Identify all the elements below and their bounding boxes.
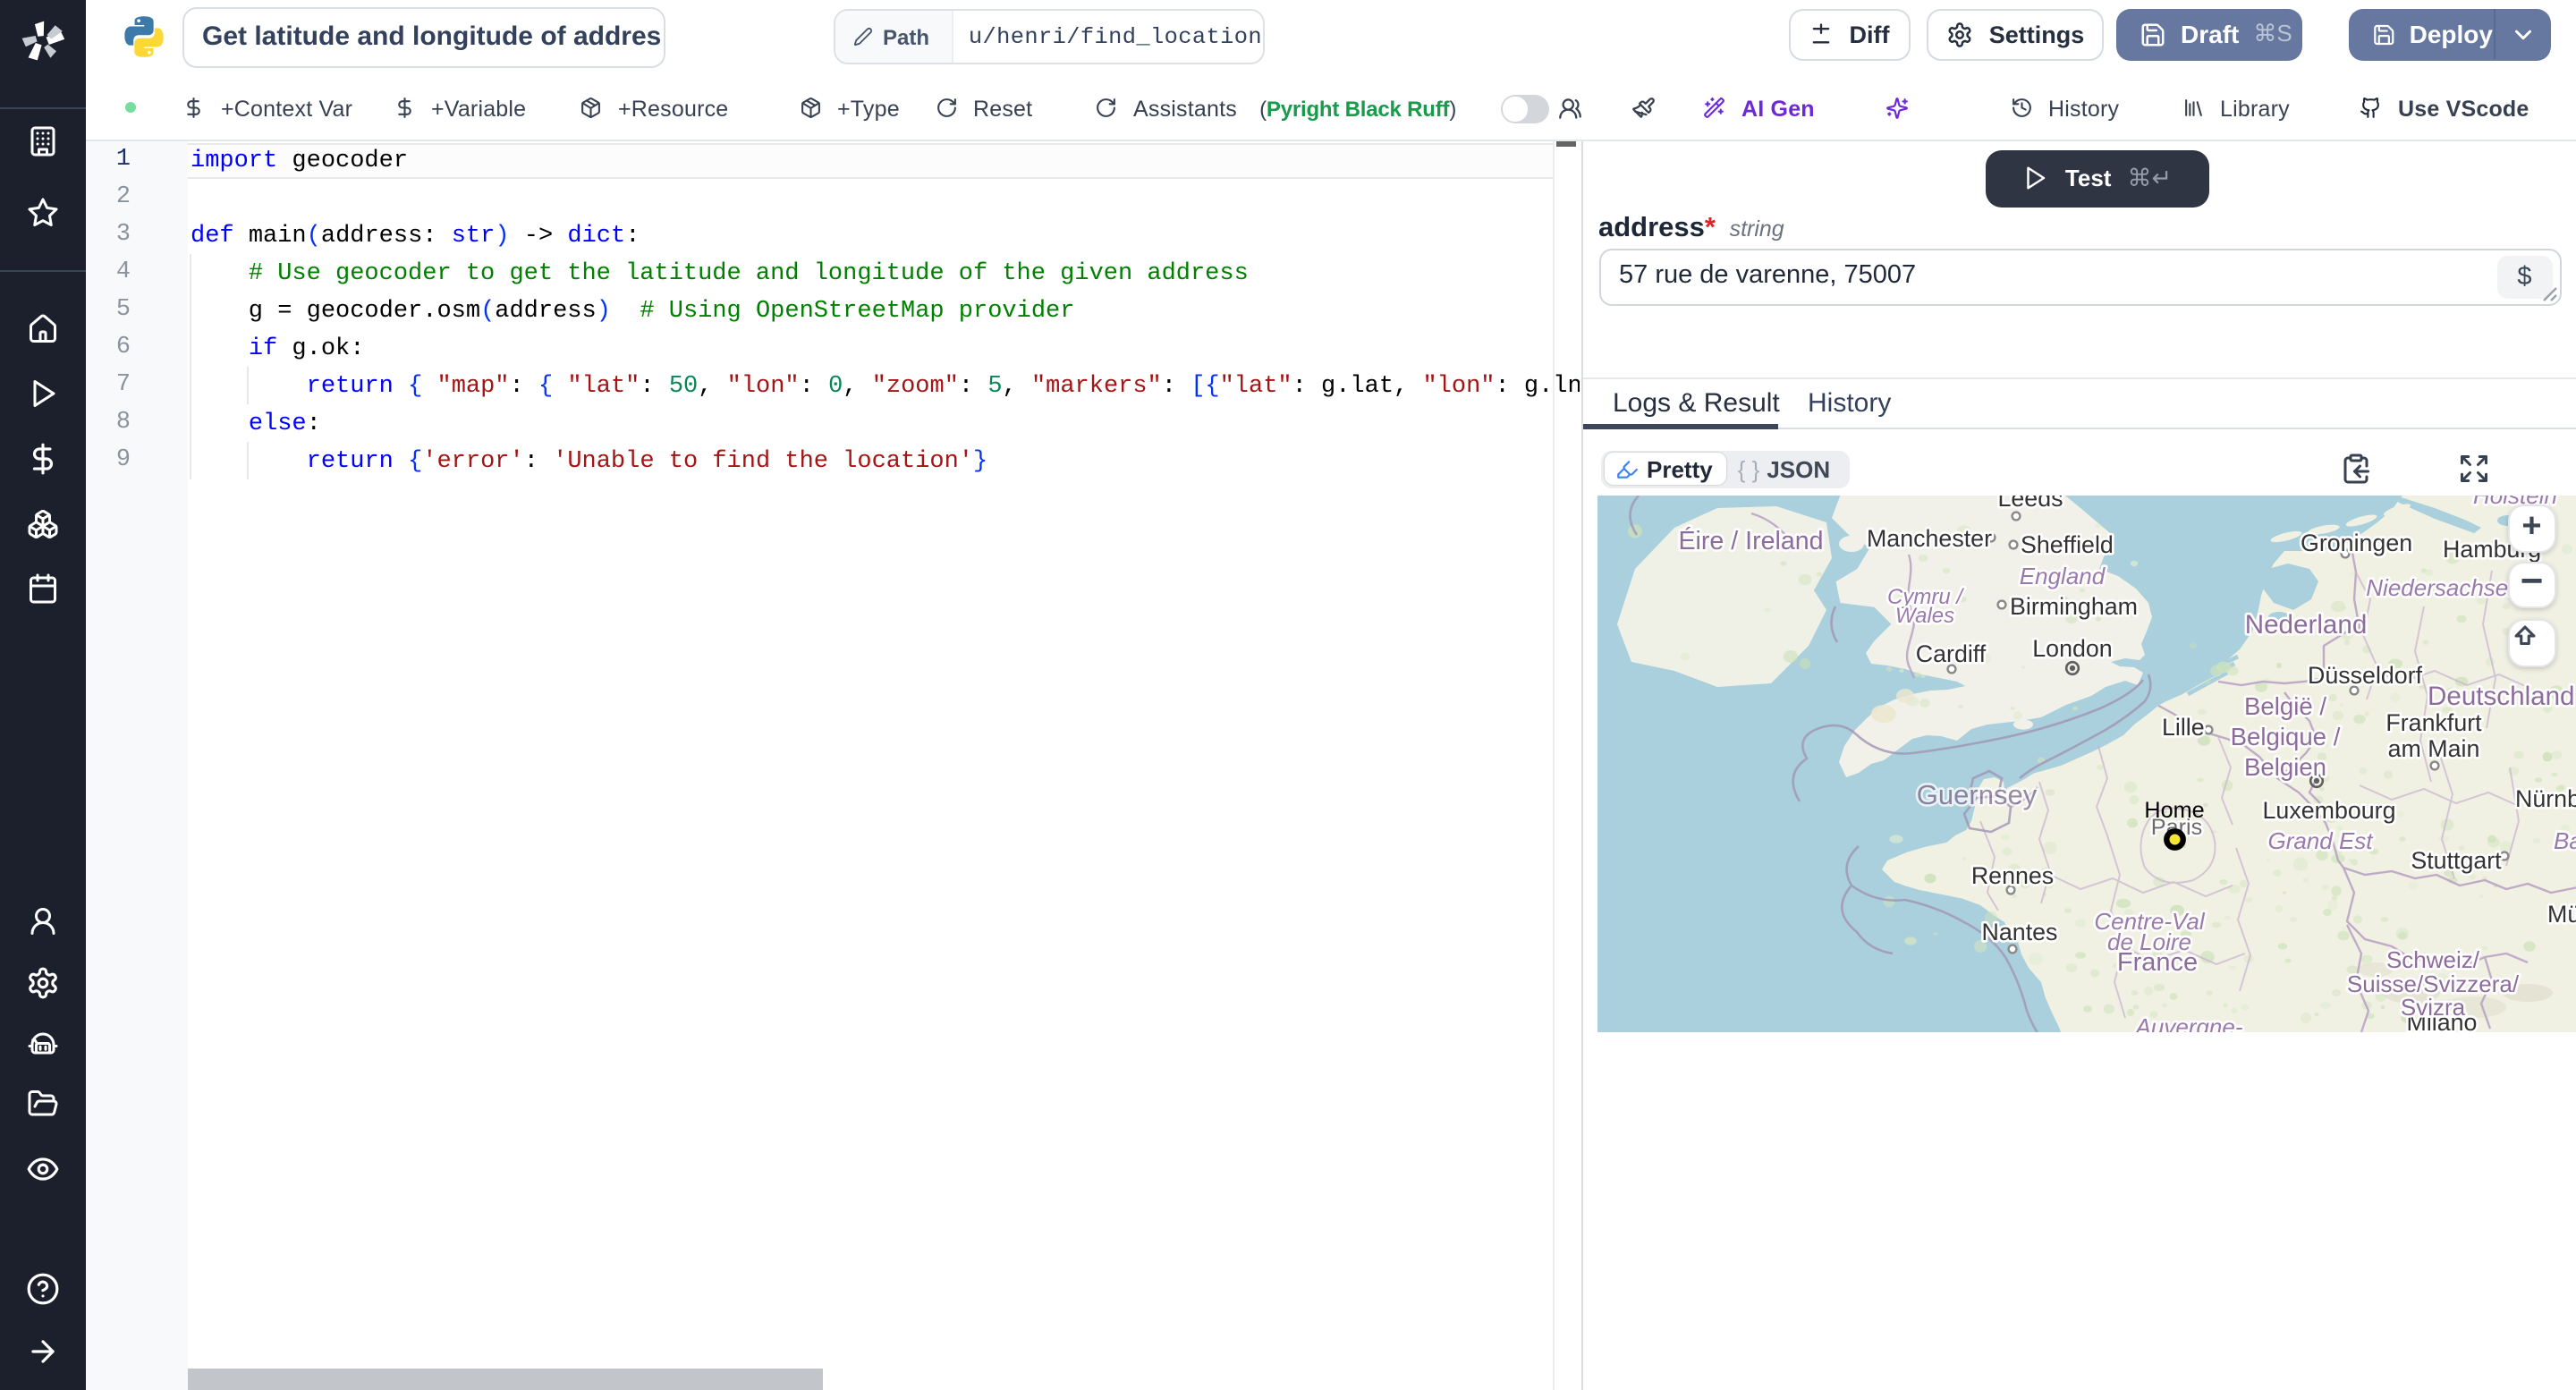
svg-text:Cardiff: Cardiff xyxy=(1915,640,1986,666)
svg-text:Auvergne-: Auvergne- xyxy=(2133,1013,2242,1031)
svg-text:München: München xyxy=(2546,900,2576,927)
svg-text:Nürnberg: Nürnberg xyxy=(2514,784,2576,811)
svg-text:Bay: Bay xyxy=(2553,826,2576,853)
svg-text:Lille: Lille xyxy=(2161,713,2204,740)
svg-text:België /: België / xyxy=(2243,691,2326,719)
svg-text:Schweiz/: Schweiz/ xyxy=(2385,945,2479,972)
svg-text:Niedersachsen: Niedersachsen xyxy=(2365,573,2520,600)
svg-text:Éire / Ireland: Éire / Ireland xyxy=(1677,525,1822,555)
svg-text:London: London xyxy=(2031,634,2111,661)
svg-text:Wales: Wales xyxy=(1894,603,1953,627)
svg-text:Groningen: Groningen xyxy=(2300,529,2411,555)
svg-text:Deutschland: Deutschland xyxy=(2427,681,2574,710)
svg-text:Stuttgart: Stuttgart xyxy=(2410,846,2501,873)
svg-text:Grand Est: Grand Est xyxy=(2267,826,2373,853)
svg-text:am Main: am Main xyxy=(2387,734,2479,761)
svg-text:de Loire: de Loire xyxy=(2106,928,2190,954)
svg-text:Belgien: Belgien xyxy=(2243,752,2326,780)
svg-text:Rennes: Rennes xyxy=(1970,861,2053,888)
svg-text:Düsseldorf: Düsseldorf xyxy=(2307,661,2422,688)
svg-text:Belgique /: Belgique / xyxy=(2230,722,2340,750)
svg-text:Nantes: Nantes xyxy=(1981,918,2057,945)
svg-text:Nederland: Nederland xyxy=(2244,609,2367,639)
svg-text:England: England xyxy=(2019,562,2106,589)
svg-text:Home: Home xyxy=(2143,797,2203,822)
svg-text:Frankfurt: Frankfurt xyxy=(2385,708,2481,735)
svg-text:Sheffield: Sheffield xyxy=(2020,530,2113,557)
svg-text:Leeds: Leeds xyxy=(1996,495,2062,511)
svg-text:Svizra: Svizra xyxy=(2400,993,2465,1020)
svg-text:Luxembourg: Luxembourg xyxy=(2262,796,2395,823)
svg-text:Birmingham: Birmingham xyxy=(2009,592,2137,619)
svg-text:Guernsey: Guernsey xyxy=(1916,778,2037,809)
svg-text:Manchester: Manchester xyxy=(1866,524,1991,551)
